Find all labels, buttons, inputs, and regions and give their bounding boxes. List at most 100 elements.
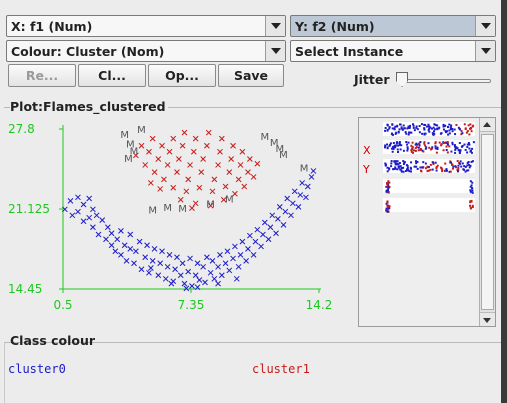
attribute-dot	[432, 161, 435, 164]
cluster1-point	[185, 176, 192, 183]
attribute-dot	[463, 143, 466, 146]
save-button[interactable]: Save	[218, 64, 284, 87]
attribute-dot	[457, 166, 460, 169]
attribute-dot	[451, 143, 454, 146]
cluster0-point	[215, 263, 221, 270]
attribute-dot	[472, 141, 475, 144]
attribute-dot	[386, 166, 389, 169]
chevron-down-icon[interactable]	[265, 16, 285, 36]
clear-button[interactable]: Cl...	[78, 64, 146, 87]
attribute-dot	[397, 130, 400, 133]
jitter-slider-track[interactable]	[398, 79, 491, 83]
cluster0-point	[131, 260, 137, 267]
attribute-dot	[443, 142, 446, 145]
x-axis-select-label: X: f1 (Num)	[11, 19, 93, 34]
attribute-dot	[407, 133, 410, 136]
attribute-dot	[457, 164, 460, 167]
jitter-slider-thumb[interactable]	[396, 72, 408, 87]
cluster1-point	[176, 156, 182, 162]
cluster1-point	[161, 176, 167, 183]
cluster1-point	[159, 142, 165, 149]
attribute-dot	[471, 160, 474, 163]
cluster0-point	[217, 251, 223, 258]
attribute-dot	[444, 162, 447, 165]
chevron-down-icon[interactable]	[475, 41, 495, 61]
cluster0-point	[260, 231, 266, 238]
cluster0-point	[103, 236, 109, 243]
attribute-dot	[448, 145, 451, 148]
attribute-dot	[416, 167, 419, 170]
scroll-down-icon[interactable]	[480, 312, 495, 326]
attribute-dot	[384, 129, 387, 132]
reset-button[interactable]: Re...	[8, 64, 76, 87]
cluster0-point	[86, 195, 93, 202]
scatter-plot[interactable]: MMMMMMMMMMMMMMM 27.8 21.125 14.45 0.5 7.35 14…	[6, 117, 350, 325]
attribute-dot	[399, 123, 402, 126]
x-axis-select[interactable]: X: f1 (Num)	[6, 15, 286, 37]
attribute-dot	[452, 165, 455, 168]
cluster0-point	[288, 212, 294, 219]
cluster0-point	[250, 251, 257, 258]
attribute-dot	[466, 145, 469, 148]
chevron-down-icon[interactable]	[475, 16, 495, 36]
attribute-dot	[438, 126, 441, 129]
cluster0-point	[123, 257, 130, 264]
attribute-dot	[419, 141, 422, 144]
attribute-dot	[399, 165, 402, 168]
attribute-dot	[405, 164, 408, 167]
attribute-dot	[390, 162, 393, 165]
cluster0-point	[149, 257, 156, 264]
attribute-dot	[423, 123, 426, 126]
attribute-dot	[401, 128, 404, 131]
attribute-dot	[471, 147, 474, 150]
attribute-dot	[459, 160, 462, 163]
cluster0-point	[261, 219, 268, 226]
scrollbar-thumb[interactable]	[481, 134, 494, 310]
attribute-dot	[472, 124, 475, 127]
cluster0-point	[93, 212, 100, 219]
attribute-dot	[464, 127, 467, 130]
attribute-bar[interactable]	[383, 179, 475, 193]
attribute-dot	[454, 165, 457, 168]
legend-cluster1[interactable]: cluster1	[252, 362, 310, 376]
marker-point: M	[178, 204, 187, 215]
attribute-dot	[418, 131, 421, 134]
cluster0-point	[108, 242, 115, 249]
attribute-dot	[453, 128, 456, 131]
y-axis-select-label: Y: f2 (Num)	[295, 19, 375, 34]
y-axis-select[interactable]: Y: f2 (Num)	[290, 15, 496, 37]
chevron-down-icon[interactable]	[265, 41, 285, 61]
cluster1-point	[177, 196, 184, 203]
select-instance-select[interactable]: Select Instance	[290, 40, 496, 62]
attribute-dot	[393, 127, 396, 130]
attribute-dot	[468, 133, 471, 136]
attribute-dot	[408, 131, 411, 134]
attribute-dot	[421, 132, 424, 135]
cluster0-point	[189, 283, 195, 289]
attribute-dot	[400, 126, 403, 129]
attribute-scrollbar[interactable]	[479, 118, 495, 326]
attribute-dot	[436, 128, 439, 131]
cluster1-point	[226, 169, 233, 175]
cluster1-point	[196, 184, 203, 191]
cluster0-point	[67, 198, 74, 204]
attribute-dot	[433, 132, 436, 135]
attribute-dot	[413, 165, 416, 168]
attribute-bar[interactable]	[383, 198, 475, 212]
scroll-up-icon[interactable]	[480, 118, 495, 132]
attribute-dot	[469, 180, 472, 183]
cluster0-point	[159, 248, 165, 255]
legend-cluster0[interactable]: cluster0	[8, 362, 66, 376]
attribute-dot	[397, 166, 400, 169]
cluster0-point	[187, 255, 193, 262]
attribute-bars-panel[interactable]: X Y	[358, 117, 496, 327]
attribute-dot	[418, 125, 421, 128]
open-button[interactable]: Op...	[148, 64, 216, 87]
attribute-dot	[449, 170, 452, 173]
cluster1-point	[247, 156, 253, 162]
scatter-plot-svg: M MMMMMMMMMM M M M M 27.8 21.125 14.45 0.5 7.35 14…	[8, 122, 332, 312]
attribute-dot	[435, 151, 438, 154]
colour-select[interactable]: Colour: Cluster (Nom)	[6, 40, 286, 62]
x-tick-label: 0.5	[53, 298, 72, 312]
cluster1-point	[211, 176, 218, 183]
